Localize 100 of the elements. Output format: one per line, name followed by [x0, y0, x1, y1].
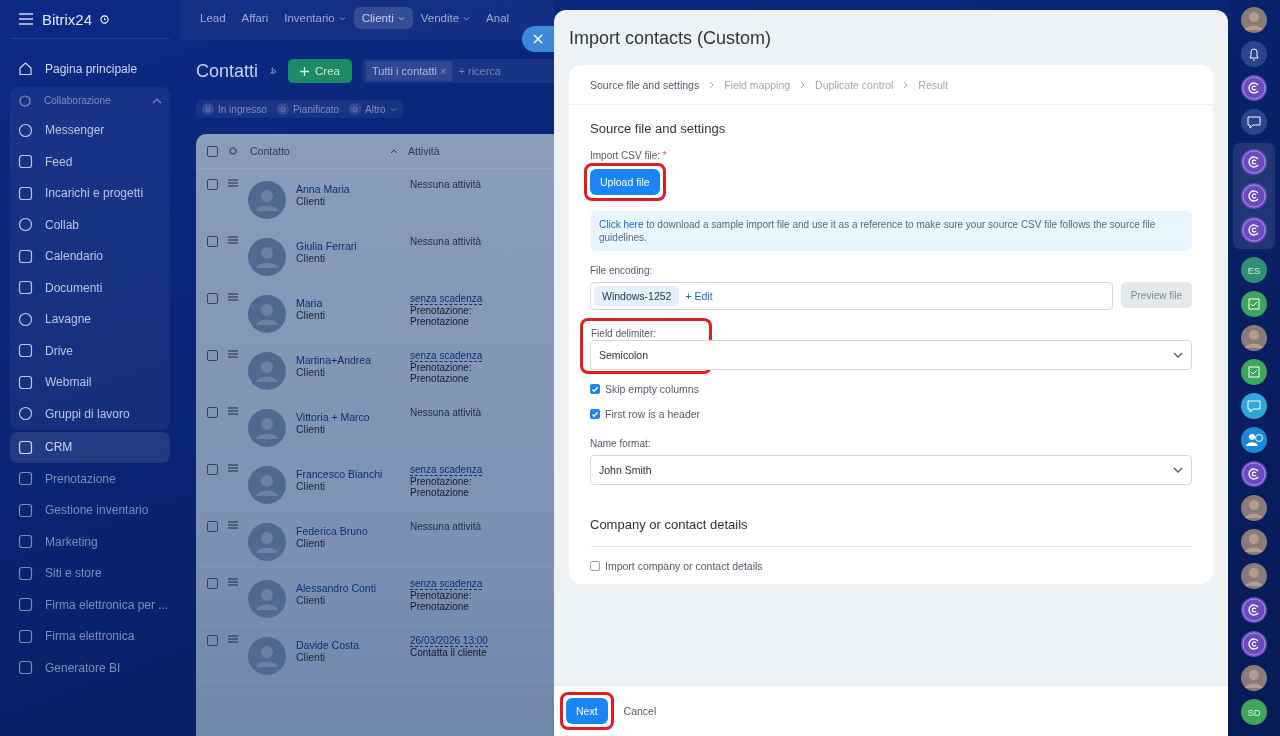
checkbox[interactable]: [207, 236, 218, 247]
filter-chip[interactable]: Tutti i contatti ×: [366, 61, 453, 81]
avatar-placeholder[interactable]: [1241, 495, 1267, 521]
user-clock-icon[interactable]: [1241, 427, 1267, 453]
sidebar-item[interactable]: Pagina principale: [10, 53, 170, 85]
checkbox[interactable]: [207, 407, 218, 418]
deadline-link[interactable]: senza scadenza: [410, 464, 483, 476]
sidebar-item[interactable]: Prenotazione: [10, 463, 170, 495]
sidebar-item[interactable]: Messenger: [10, 114, 170, 146]
swirl-icon[interactable]: [1241, 631, 1267, 657]
sidebar-item[interactable]: Documenti: [10, 272, 170, 304]
avatar-placeholder[interactable]: [1241, 325, 1267, 351]
avatar-placeholder[interactable]: [1241, 7, 1267, 33]
drag-handle-icon[interactable]: [228, 407, 238, 415]
encoding-field[interactable]: Windows-1252 + Edit: [590, 282, 1113, 310]
sidebar-item[interactable]: Firma elettronica: [10, 620, 170, 652]
swirl-icon[interactable]: [1241, 461, 1267, 487]
checkbox[interactable]: [590, 384, 600, 394]
sidebar-item[interactable]: Drive: [10, 335, 170, 367]
swirl-icon[interactable]: [1241, 183, 1267, 209]
chat-icon[interactable]: [1241, 393, 1267, 419]
checklist-icon[interactable]: [1241, 291, 1267, 317]
drag-handle-icon[interactable]: [228, 350, 238, 358]
drag-handle-icon[interactable]: [228, 293, 238, 301]
checklist-icon[interactable]: [1241, 359, 1267, 385]
nav-tab[interactable]: Anal: [478, 7, 518, 29]
name-format-select[interactable]: John Smith: [590, 455, 1192, 485]
checkbox[interactable]: [590, 561, 600, 571]
sidebar-item[interactable]: Gruppi di lavoro: [10, 398, 170, 430]
checkbox[interactable]: [207, 179, 218, 190]
checkbox[interactable]: [207, 578, 218, 589]
sidebar-item[interactable]: Incarichi e progetti: [10, 177, 170, 209]
sidebar-item[interactable]: Siti e store: [10, 557, 170, 589]
swirl-icon[interactable]: [1241, 149, 1267, 175]
close-button[interactable]: [522, 26, 554, 52]
nav-tab[interactable]: Clienti: [353, 7, 413, 29]
checkbox[interactable]: [207, 635, 218, 646]
swirl-icon[interactable]: [1241, 75, 1267, 101]
contact-name-link[interactable]: Maria: [296, 297, 400, 309]
menu-group-header[interactable]: Collaborazione: [10, 86, 170, 115]
contact-name-link[interactable]: Alessandro Conti: [296, 582, 400, 594]
drag-handle-icon[interactable]: [228, 635, 238, 643]
initials-avatar[interactable]: SD: [1241, 699, 1267, 725]
sidebar-item[interactable]: Generatore BI: [10, 652, 170, 684]
deadline-link[interactable]: senza scadenza: [410, 350, 483, 362]
contact-name-link[interactable]: Davide Costa: [296, 639, 400, 651]
contact-name-link[interactable]: Anna Maria: [296, 183, 400, 195]
swirl-icon[interactable]: [1241, 217, 1267, 243]
nav-tab[interactable]: Vendite: [412, 7, 479, 29]
checkbox[interactable]: [590, 409, 600, 419]
checkbox-option[interactable]: First row is a header: [590, 408, 701, 420]
avatar-placeholder[interactable]: [1241, 563, 1267, 589]
column-header[interactable]: Contatto: [250, 145, 386, 157]
logo-text[interactable]: Bitrix24: [42, 10, 93, 28]
swirl-icon[interactable]: [1241, 597, 1267, 623]
next-button[interactable]: Next: [566, 698, 608, 724]
sidebar-item[interactable]: Calendario: [10, 240, 170, 272]
deadline-link[interactable]: 26/03/2026 13:00: [410, 635, 488, 647]
avatar-placeholder[interactable]: [1241, 665, 1267, 691]
sidebar-item[interactable]: Webmail: [10, 366, 170, 398]
checkbox[interactable]: [207, 521, 218, 532]
drag-handle-icon[interactable]: [228, 179, 238, 187]
sidebar-item[interactable]: Gestione inventario: [10, 494, 170, 526]
drag-handle-icon[interactable]: [228, 236, 238, 244]
sidebar-item[interactable]: Feed: [10, 146, 170, 178]
nav-tab[interactable]: Inventario: [276, 7, 354, 29]
sidebar-item[interactable]: Collab: [10, 209, 170, 241]
deadline-link[interactable]: senza scadenza: [410, 293, 483, 305]
sidebar-item[interactable]: CRM: [10, 431, 170, 463]
cancel-button[interactable]: Cancel: [617, 699, 663, 723]
search-field[interactable]: Tutti i contatti × + ricerca: [362, 59, 554, 83]
checkbox[interactable]: [207, 293, 218, 304]
pin-icon[interactable]: [268, 66, 279, 76]
encoding-chip[interactable]: Windows-1252: [594, 286, 680, 306]
info-link[interactable]: Click here: [599, 219, 644, 230]
checkbox[interactable]: [207, 464, 218, 475]
delimiter-select[interactable]: Semicolon: [590, 340, 1192, 370]
checkbox-option[interactable]: Import company or contact details: [590, 560, 763, 572]
contact-name-link[interactable]: Federica Bruno: [296, 525, 400, 537]
contact-name-link[interactable]: Giulia Ferrari: [296, 240, 400, 252]
sidebar-item[interactable]: Marketing: [10, 526, 170, 558]
nav-tab[interactable]: Lead: [192, 7, 234, 29]
initials-avatar[interactable]: ES: [1241, 257, 1267, 283]
edit-link[interactable]: + Edit: [685, 290, 713, 302]
sidebar-item[interactable]: Lavagne: [10, 303, 170, 335]
chat-icon[interactable]: [1241, 109, 1267, 135]
bell-icon[interactable]: [1241, 41, 1267, 67]
avatar-placeholder[interactable]: [1241, 529, 1267, 555]
checkbox[interactable]: [207, 350, 218, 361]
drag-handle-icon[interactable]: [228, 578, 238, 586]
remove-chip-icon[interactable]: ×: [440, 65, 447, 77]
checkbox[interactable]: [207, 145, 218, 157]
column-header[interactable]: Attività: [408, 145, 440, 157]
checkbox-option[interactable]: Skip empty columns: [590, 383, 699, 395]
contact-name-link[interactable]: Francesco Bianchi: [296, 468, 400, 480]
drag-handle-icon[interactable]: [228, 464, 238, 472]
contact-name-link[interactable]: Vittoria + Marco: [296, 411, 400, 423]
upload-button[interactable]: Upload file: [590, 169, 660, 195]
nav-tab[interactable]: Affari: [233, 7, 277, 29]
create-button[interactable]: Crea: [288, 59, 352, 83]
